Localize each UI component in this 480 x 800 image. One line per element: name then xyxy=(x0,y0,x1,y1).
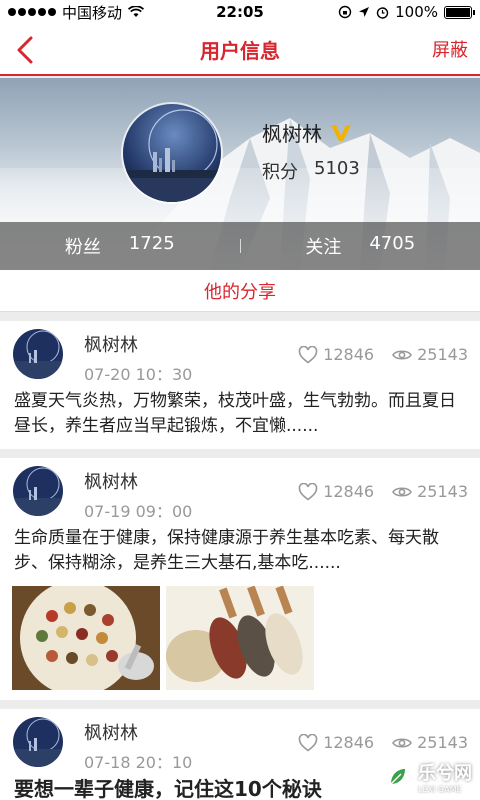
post-time: 07-19 09：00 xyxy=(84,502,193,521)
back-button[interactable] xyxy=(10,32,40,68)
following-value: 4705 xyxy=(369,233,416,254)
like-stat[interactable]: 12846 xyxy=(298,482,374,501)
tab-his-shares[interactable]: 他的分享 xyxy=(0,270,480,312)
profile-header: 枫树林 积分 5103 粉丝 1725 关注 4705 xyxy=(0,78,480,270)
heart-icon xyxy=(298,345,318,364)
post-avatar[interactable] xyxy=(13,329,63,379)
vip-v-icon xyxy=(331,124,351,141)
points-value: 5103 xyxy=(314,158,360,179)
avatar-image xyxy=(13,466,63,516)
post-avatar[interactable] xyxy=(13,466,63,516)
post-avatar[interactable] xyxy=(13,717,63,767)
nav-bar: 用户信息 屏蔽 xyxy=(0,24,480,76)
watermark-subtext: LEXI GAME xyxy=(418,785,462,794)
post-item[interactable]: 枫树林 07-20 10：30 12846 25143 盛夏天气炎热，万物繁荣，… xyxy=(0,321,480,449)
post-time: 07-18 20：10 xyxy=(84,753,193,772)
post-image-grains[interactable] xyxy=(166,586,314,690)
status-left: 中国移动 xyxy=(8,2,145,23)
post-list: 枫树林 07-20 10：30 12846 25143 盛夏天气炎热，万物繁荣，… xyxy=(0,312,480,800)
location-icon xyxy=(359,7,370,17)
eye-icon xyxy=(392,349,413,360)
carrier-label: 中国移动 xyxy=(62,3,123,22)
leaf-logo-icon xyxy=(383,762,411,791)
profile-avatar[interactable] xyxy=(121,102,223,204)
like-count: 12846 xyxy=(323,345,375,364)
heart-icon xyxy=(298,482,318,501)
block-button[interactable]: 屏蔽 xyxy=(432,36,468,62)
fans-label: 粉丝 xyxy=(64,237,101,258)
post-author: 枫树林 xyxy=(84,472,138,493)
wifi-icon xyxy=(128,6,145,17)
following-stat[interactable]: 关注 4705 xyxy=(241,233,480,259)
post-item[interactable]: 枫树林 07-19 09：00 12846 25143 生命质量在于健康，保持健… xyxy=(0,458,480,700)
post-header: 枫树林 07-19 09：00 12846 25143 xyxy=(0,458,480,526)
view-count: 25143 xyxy=(417,482,468,501)
alarm-icon xyxy=(376,6,389,19)
watermark-text: 乐兮网 xyxy=(418,763,472,784)
signal-icon xyxy=(8,8,56,16)
chevron-left-icon xyxy=(17,36,33,64)
like-count: 12846 xyxy=(323,482,375,501)
battery-icon xyxy=(444,5,475,19)
profile-name-row: 枫树林 xyxy=(262,118,352,147)
like-stat[interactable]: 12846 xyxy=(298,733,374,752)
avatar-image xyxy=(13,329,63,379)
profile-points: 积分 5103 xyxy=(262,158,360,184)
herbs-image xyxy=(12,586,160,690)
post-stats: 12846 25143 xyxy=(298,345,468,364)
post-text: 盛夏天气炎热，万物繁荣，枝茂叶盛，生气勃勃。而且夏日昼长，养生者应当早起锻炼，不… xyxy=(14,391,456,436)
profile-name: 枫树林 xyxy=(262,122,322,146)
following-label: 关注 xyxy=(305,237,342,258)
view-stat: 25143 xyxy=(392,345,468,364)
follow-stats-bar: 粉丝 1725 关注 4705 xyxy=(0,222,480,270)
fans-value: 1725 xyxy=(128,233,175,254)
like-stat[interactable]: 12846 xyxy=(298,345,374,364)
eye-icon xyxy=(392,737,413,748)
page-title: 用户信息 xyxy=(200,38,280,63)
site-watermark: 乐兮网 LEXI GAME xyxy=(382,759,472,794)
post-stats: 12846 25143 xyxy=(298,482,468,501)
post-author: 枫树林 xyxy=(84,723,138,744)
post-stats: 12846 25143 xyxy=(298,733,468,752)
post-author: 枫树林 xyxy=(84,335,138,356)
post-header: 枫树林 07-20 10：30 12846 25143 xyxy=(0,321,480,389)
grains-image xyxy=(166,586,314,690)
status-bar: 中国移动 22:05 100% xyxy=(0,0,480,24)
status-right: 100% xyxy=(338,3,475,21)
view-stat: 25143 xyxy=(392,733,468,752)
post-images xyxy=(0,586,480,700)
points-label: 积分 xyxy=(262,162,298,183)
heart-icon xyxy=(298,733,318,752)
watermark-text-block: 乐兮网 LEXI GAME xyxy=(418,759,472,794)
view-stat: 25143 xyxy=(392,482,468,501)
view-count: 25143 xyxy=(417,733,468,752)
fans-stat[interactable]: 粉丝 1725 xyxy=(0,233,240,259)
battery-percent: 100% xyxy=(395,3,438,21)
orientation-lock-icon xyxy=(338,5,352,19)
avatar-image xyxy=(123,104,221,202)
avatar-image xyxy=(13,717,63,767)
view-count: 25143 xyxy=(417,345,468,364)
like-count: 12846 xyxy=(323,733,375,752)
post-image-herbs[interactable] xyxy=(12,586,160,690)
eye-icon xyxy=(392,486,413,497)
post-time: 07-20 10：30 xyxy=(84,365,193,384)
post-text: 生命质量在于健康，保持健康源于养生基本吃素、每天散步、保持糊涂，是养生三大基石,… xyxy=(14,528,439,573)
